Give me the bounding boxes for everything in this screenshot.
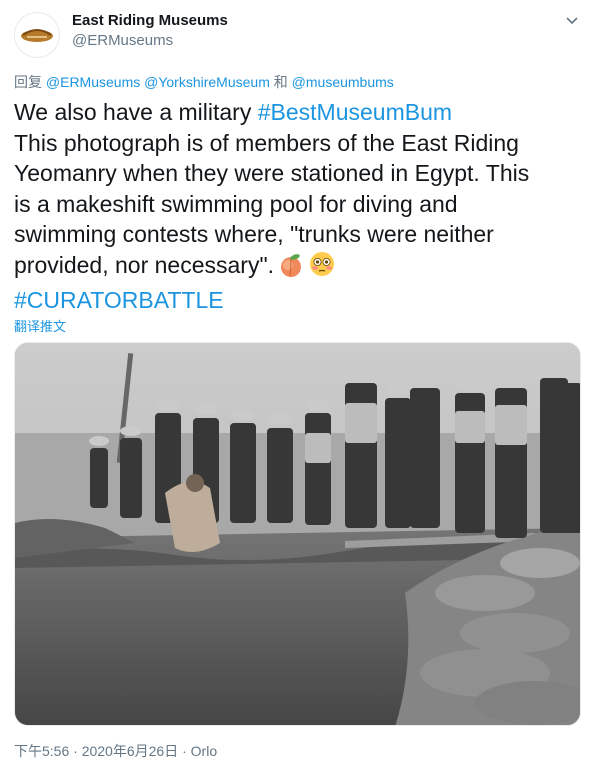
tweet-text: We also have a military #BestMuseumBum T… <box>14 97 586 316</box>
reply-context: 回复 @ERMuseums @YorkshireMuseum 和 @museum… <box>14 72 394 92</box>
handle[interactable]: @ERMuseums <box>72 32 173 49</box>
tweet-line: This photograph is of members of the Eas… <box>14 129 519 156</box>
tweet-line: is a makeshift swimming pool for diving … <box>14 190 458 217</box>
tweet-line: We also have a military #BestMuseumBum <box>14 97 586 128</box>
hashtag-link[interactable]: #BestMuseumBum <box>258 99 452 125</box>
reply-prefix: 回复 <box>14 74 42 90</box>
mention-link[interactable]: @museumbums <box>292 74 394 90</box>
avatar[interactable] <box>14 12 60 58</box>
tweet-line: Yeomanry when they were stationed in Egy… <box>14 160 530 186</box>
reply-conjunction: 和 <box>273 74 288 90</box>
museum-logo-icon <box>21 29 53 42</box>
tweet-text-span: We also have a military <box>14 99 258 125</box>
footer-separator: · <box>182 743 187 759</box>
tweet-source[interactable]: Orlo <box>191 743 217 759</box>
tweet-header: East Riding Museums @ERMuseums <box>14 10 582 58</box>
tweet-time[interactable]: 下午5:56 <box>14 743 69 759</box>
tweet-photo[interactable] <box>14 342 581 726</box>
flushed-face-emoji-icon <box>308 250 336 286</box>
display-name[interactable]: East Riding Museums <box>72 12 228 29</box>
tweet-line: swimming contests where, "trunks were ne… <box>14 221 494 247</box>
mention-link[interactable]: @YorkshireMuseum <box>144 74 270 90</box>
yeomanry-swimming-pool-photo <box>15 343 580 725</box>
chevron-down-icon[interactable] <box>564 14 580 28</box>
mention-link[interactable]: @ERMuseums <box>46 74 140 90</box>
tweet-text-span: provided, nor necessary". <box>14 251 275 278</box>
tweet-footer: 下午5:56 · 2020年6月26日 · Orlo <box>14 741 217 761</box>
tweet-date[interactable]: 2020年6月26日 <box>82 743 179 759</box>
hashtag-link[interactable]: #CURATORBATTLE <box>14 285 586 316</box>
peach-emoji-icon <box>278 252 304 286</box>
footer-separator: · <box>73 743 78 759</box>
tweet-line: provided, nor necessary". <box>14 250 586 286</box>
translate-tweet-link[interactable]: 翻译推文 <box>14 316 66 335</box>
